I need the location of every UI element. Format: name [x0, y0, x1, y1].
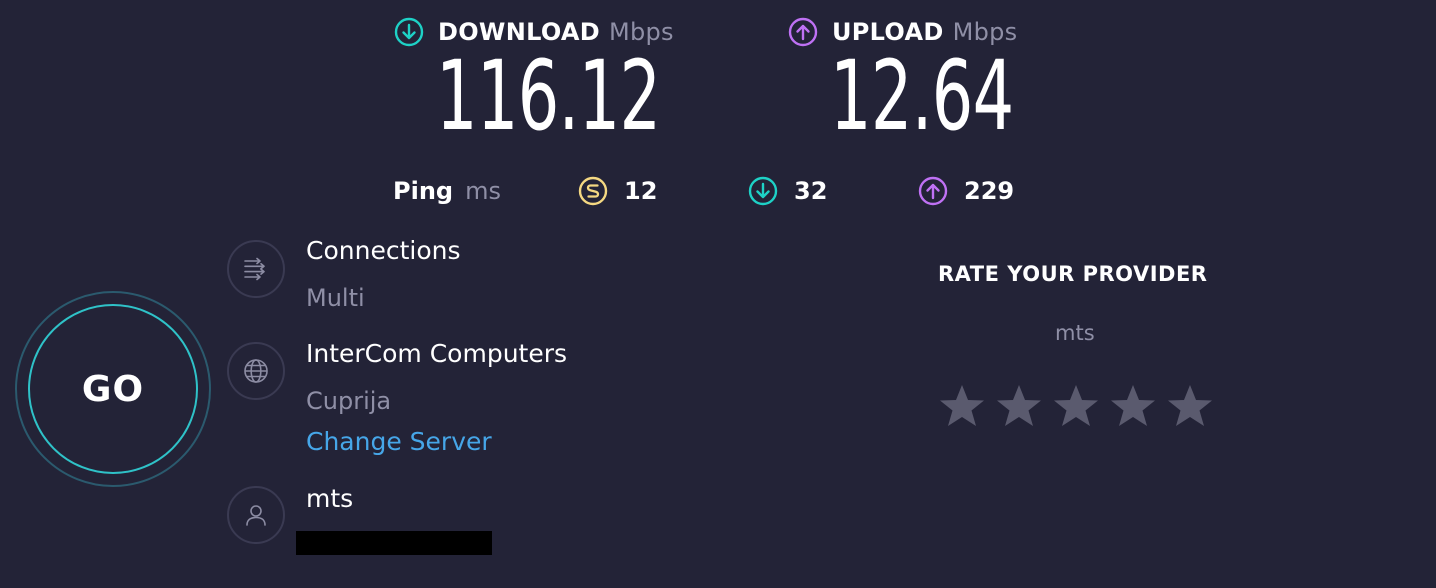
star-1[interactable]	[938, 383, 986, 429]
download-arrow-icon	[394, 17, 424, 47]
ping-unit: ms	[465, 177, 501, 205]
star-4[interactable]	[1109, 383, 1157, 429]
server-location: Cuprija	[306, 387, 392, 415]
rate-provider-title: RATE YOUR PROVIDER	[938, 262, 1208, 286]
ping-upload: 229	[918, 174, 1014, 208]
go-button-inner[interactable]: GO	[28, 304, 198, 474]
ping-download-icon	[748, 176, 778, 206]
ping-label: Ping	[393, 177, 454, 205]
ping-header: Ping ms	[393, 174, 501, 208]
download-speed-value: 116.12	[436, 40, 661, 152]
ping-download: 32	[748, 174, 827, 208]
upload-speed-value: 12.64	[830, 40, 1014, 152]
connections-mode: Multi	[306, 284, 365, 312]
star-3[interactable]	[1052, 383, 1100, 429]
rating-stars	[938, 383, 1214, 429]
ping-download-value: 32	[794, 177, 828, 205]
user-icon	[227, 486, 285, 544]
change-server-link[interactable]: Change Server	[306, 427, 492, 456]
jitter-icon	[578, 176, 608, 206]
go-button[interactable]: GO	[15, 291, 211, 487]
ping-idle-value: 12	[624, 177, 658, 205]
connections-icon	[227, 240, 285, 298]
connections-title: Connections	[306, 236, 461, 265]
go-button-label: GO	[81, 368, 145, 410]
ping-upload-icon	[918, 176, 948, 206]
star-5[interactable]	[1166, 383, 1214, 429]
server-name: InterCom Computers	[306, 339, 568, 368]
upload-arrow-icon	[788, 17, 818, 47]
rate-provider-name: mts	[1055, 321, 1095, 345]
isp-name: mts	[306, 484, 354, 513]
star-2[interactable]	[995, 383, 1043, 429]
globe-icon	[227, 342, 285, 400]
ping-idle: 12	[578, 174, 657, 208]
ping-upload-value: 229	[964, 177, 1015, 205]
redacted-ip-address	[296, 531, 492, 555]
